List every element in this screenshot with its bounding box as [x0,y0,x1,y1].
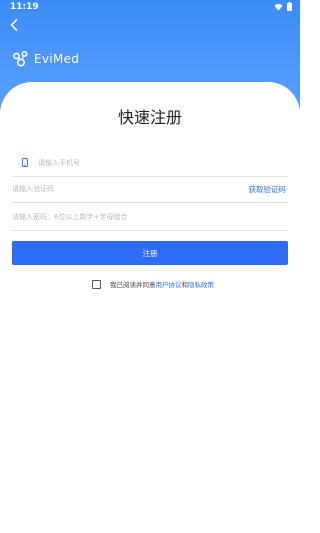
phone-input[interactable] [38,152,278,174]
privacy-policy-link[interactable]: 隐私政策 [188,279,214,289]
status-icons [274,2,292,11]
user-agreement-link[interactable]: 用户协议 [156,279,182,289]
form-card [0,82,300,533]
agreement-checkbox[interactable] [92,279,101,289]
wifi-icon [274,3,283,11]
brand-name: EviMed [34,52,80,66]
battery-icon [287,2,292,11]
phone-icon [22,158,28,167]
password-field [12,206,288,231]
status-time: 11:19 [10,2,39,12]
verification-code-field: 获取验证码 [12,178,288,203]
agreement-prefix: 我已阅读并同意 [110,281,156,289]
brand-logo: EviMed [12,50,79,68]
verification-code-input[interactable] [12,178,212,200]
phone-field [12,152,288,177]
page-title: 快速注册 [117,108,182,127]
agreement-row: 我已阅读并同意 用户协议 和 隐私政策 [92,279,214,289]
get-code-button[interactable]: 获取验证码 [249,184,287,195]
register-button[interactable]: 注册 [12,241,288,265]
status-bar: 11:19 [0,0,300,14]
password-input[interactable] [12,206,288,228]
chevron-left-icon [10,19,18,31]
back-button[interactable] [6,17,22,33]
evimed-logo-icon [13,50,28,67]
